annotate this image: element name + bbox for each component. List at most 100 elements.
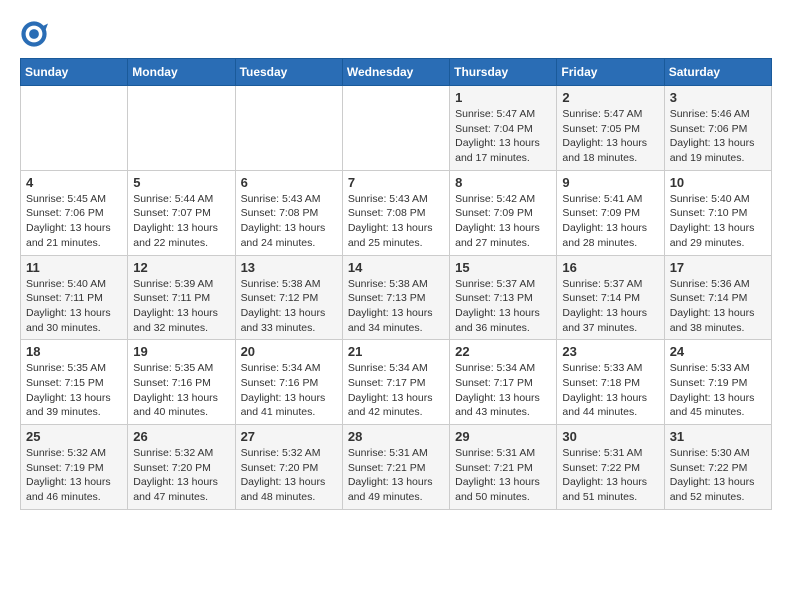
calendar-cell: 31Sunrise: 5:30 AM Sunset: 7:22 PM Dayli…: [664, 425, 771, 510]
day-number: 5: [133, 175, 229, 190]
day-info: Sunrise: 5:33 AM Sunset: 7:19 PM Dayligh…: [670, 361, 766, 420]
day-number: 1: [455, 90, 551, 105]
calendar-cell: 8 Sunrise: 5:42 AM Sunset: 7:09 PM Daylig…: [450, 170, 557, 255]
calendar-cell: 25 Sunrise: 5:32 AM Sunset: 7:19 PM Dayli…: [21, 425, 128, 510]
day-number: 11: [26, 260, 122, 275]
calendar-cell: 10 Sunrise: 5:40 AM Sunset: 7:10 PM Dayli…: [664, 170, 771, 255]
calendar-cell: [128, 86, 235, 171]
day-number: 4: [26, 175, 122, 190]
day-info: Sunrise: 5:32 AM Sunset: 7:19 PM Dayligh…: [26, 446, 122, 505]
day-number: 29: [455, 429, 551, 444]
calendar-cell: 13 Sunrise: 5:38 AM Sunset: 7:12 PM Dayli…: [235, 255, 342, 340]
day-number: 6: [241, 175, 337, 190]
calendar-cell: 15 Sunrise: 5:37 AM Sunset: 7:13 PM Dayli…: [450, 255, 557, 340]
weekday-row: SundayMondayTuesdayWednesdayThursdayFrid…: [21, 59, 772, 86]
day-info: Sunrise: 5:40 AM Sunset: 7:10 PM Dayligh…: [670, 192, 766, 251]
day-number: 19: [133, 344, 229, 359]
calendar-cell: 22Sunrise: 5:34 AM Sunset: 7:17 PM Dayli…: [450, 340, 557, 425]
day-info: Sunrise: 5:38 AM Sunset: 7:13 PM Dayligh…: [348, 277, 444, 336]
day-number: 14: [348, 260, 444, 275]
day-info: Sunrise: 5:47 AM Sunset: 7:05 PM Dayligh…: [562, 107, 658, 166]
calendar-week-row: 25 Sunrise: 5:32 AM Sunset: 7:19 PM Dayli…: [21, 425, 772, 510]
day-info: Sunrise: 5:37 AM Sunset: 7:13 PM Dayligh…: [455, 277, 551, 336]
calendar-cell: 2Sunrise: 5:47 AM Sunset: 7:05 PM Daylig…: [557, 86, 664, 171]
day-number: 31: [670, 429, 766, 444]
day-info: Sunrise: 5:35 AM Sunset: 7:16 PM Dayligh…: [133, 361, 229, 420]
day-number: 3: [670, 90, 766, 105]
calendar-cell: 21 Sunrise: 5:34 AM Sunset: 7:17 PM Dayli…: [342, 340, 449, 425]
calendar-cell: 7Sunrise: 5:43 AM Sunset: 7:08 PM Daylig…: [342, 170, 449, 255]
day-info: Sunrise: 5:34 AM Sunset: 7:16 PM Dayligh…: [241, 361, 337, 420]
calendar-cell: 18 Sunrise: 5:35 AM Sunset: 7:15 PM Dayli…: [21, 340, 128, 425]
calendar-cell: 30Sunrise: 5:31 AM Sunset: 7:22 PM Dayli…: [557, 425, 664, 510]
logo: [20, 20, 52, 48]
day-info: Sunrise: 5:38 AM Sunset: 7:12 PM Dayligh…: [241, 277, 337, 336]
calendar-cell: 9 Sunrise: 5:41 AM Sunset: 7:09 PM Daylig…: [557, 170, 664, 255]
day-number: 24: [670, 344, 766, 359]
day-info: Sunrise: 5:43 AM Sunset: 7:08 PM Dayligh…: [348, 192, 444, 251]
day-info: Sunrise: 5:37 AM Sunset: 7:14 PM Dayligh…: [562, 277, 658, 336]
day-info: Sunrise: 5:42 AM Sunset: 7:09 PM Dayligh…: [455, 192, 551, 251]
day-number: 20: [241, 344, 337, 359]
day-number: 27: [241, 429, 337, 444]
calendar-header: SundayMondayTuesdayWednesdayThursdayFrid…: [21, 59, 772, 86]
calendar-cell: [21, 86, 128, 171]
calendar-cell: 19 Sunrise: 5:35 AM Sunset: 7:16 PM Dayli…: [128, 340, 235, 425]
day-info: Sunrise: 5:39 AM Sunset: 7:11 PM Dayligh…: [133, 277, 229, 336]
day-number: 28: [348, 429, 444, 444]
calendar-week-row: 11 Sunrise: 5:40 AM Sunset: 7:11 PM Dayli…: [21, 255, 772, 340]
day-info: Sunrise: 5:41 AM Sunset: 7:09 PM Dayligh…: [562, 192, 658, 251]
calendar-cell: 6Sunrise: 5:43 AM Sunset: 7:08 PM Daylig…: [235, 170, 342, 255]
day-info: Sunrise: 5:32 AM Sunset: 7:20 PM Dayligh…: [133, 446, 229, 505]
day-number: 8: [455, 175, 551, 190]
calendar-cell: 23 Sunrise: 5:33 AM Sunset: 7:18 PM Dayli…: [557, 340, 664, 425]
weekday-header: Friday: [557, 59, 664, 86]
calendar-body: 1 Sunrise: 5:47 AM Sunset: 7:04 PM Daylig…: [21, 86, 772, 510]
day-info: Sunrise: 5:40 AM Sunset: 7:11 PM Dayligh…: [26, 277, 122, 336]
calendar-cell: 20 Sunrise: 5:34 AM Sunset: 7:16 PM Dayli…: [235, 340, 342, 425]
day-number: 16: [562, 260, 658, 275]
day-number: 26: [133, 429, 229, 444]
calendar-week-row: 4 Sunrise: 5:45 AM Sunset: 7:06 PM Daylig…: [21, 170, 772, 255]
day-info: Sunrise: 5:31 AM Sunset: 7:21 PM Dayligh…: [348, 446, 444, 505]
day-number: 21: [348, 344, 444, 359]
day-number: 18: [26, 344, 122, 359]
day-info: Sunrise: 5:45 AM Sunset: 7:06 PM Dayligh…: [26, 192, 122, 251]
calendar-cell: 17Sunrise: 5:36 AM Sunset: 7:14 PM Dayli…: [664, 255, 771, 340]
calendar-cell: [235, 86, 342, 171]
day-info: Sunrise: 5:33 AM Sunset: 7:18 PM Dayligh…: [562, 361, 658, 420]
day-number: 10: [670, 175, 766, 190]
day-number: 15: [455, 260, 551, 275]
calendar-cell: 24 Sunrise: 5:33 AM Sunset: 7:19 PM Dayli…: [664, 340, 771, 425]
weekday-header: Saturday: [664, 59, 771, 86]
calendar-cell: 4 Sunrise: 5:45 AM Sunset: 7:06 PM Daylig…: [21, 170, 128, 255]
calendar-cell: 11 Sunrise: 5:40 AM Sunset: 7:11 PM Dayli…: [21, 255, 128, 340]
weekday-header: Monday: [128, 59, 235, 86]
day-number: 9: [562, 175, 658, 190]
weekday-header: Wednesday: [342, 59, 449, 86]
calendar-cell: 28 Sunrise: 5:31 AM Sunset: 7:21 PM Dayli…: [342, 425, 449, 510]
day-number: 30: [562, 429, 658, 444]
day-info: Sunrise: 5:31 AM Sunset: 7:21 PM Dayligh…: [455, 446, 551, 505]
day-info: Sunrise: 5:34 AM Sunset: 7:17 PM Dayligh…: [348, 361, 444, 420]
day-info: Sunrise: 5:35 AM Sunset: 7:15 PM Dayligh…: [26, 361, 122, 420]
calendar-cell: 16 Sunrise: 5:37 AM Sunset: 7:14 PM Dayli…: [557, 255, 664, 340]
logo-icon: [20, 20, 48, 48]
calendar-week-row: 18 Sunrise: 5:35 AM Sunset: 7:15 PM Dayli…: [21, 340, 772, 425]
day-number: 12: [133, 260, 229, 275]
calendar-cell: 14 Sunrise: 5:38 AM Sunset: 7:13 PM Dayli…: [342, 255, 449, 340]
calendar-cell: 26 Sunrise: 5:32 AM Sunset: 7:20 PM Dayli…: [128, 425, 235, 510]
day-number: 17: [670, 260, 766, 275]
calendar-cell: [342, 86, 449, 171]
weekday-header: Thursday: [450, 59, 557, 86]
calendar-cell: 5Sunrise: 5:44 AM Sunset: 7:07 PM Daylig…: [128, 170, 235, 255]
calendar-cell: 3Sunrise: 5:46 AM Sunset: 7:06 PM Daylig…: [664, 86, 771, 171]
day-info: Sunrise: 5:32 AM Sunset: 7:20 PM Dayligh…: [241, 446, 337, 505]
calendar-week-row: 1 Sunrise: 5:47 AM Sunset: 7:04 PM Daylig…: [21, 86, 772, 171]
day-number: 23: [562, 344, 658, 359]
calendar-table: SundayMondayTuesdayWednesdayThursdayFrid…: [20, 58, 772, 510]
weekday-header: Tuesday: [235, 59, 342, 86]
day-number: 13: [241, 260, 337, 275]
day-number: 25: [26, 429, 122, 444]
day-info: Sunrise: 5:47 AM Sunset: 7:04 PM Dayligh…: [455, 107, 551, 166]
